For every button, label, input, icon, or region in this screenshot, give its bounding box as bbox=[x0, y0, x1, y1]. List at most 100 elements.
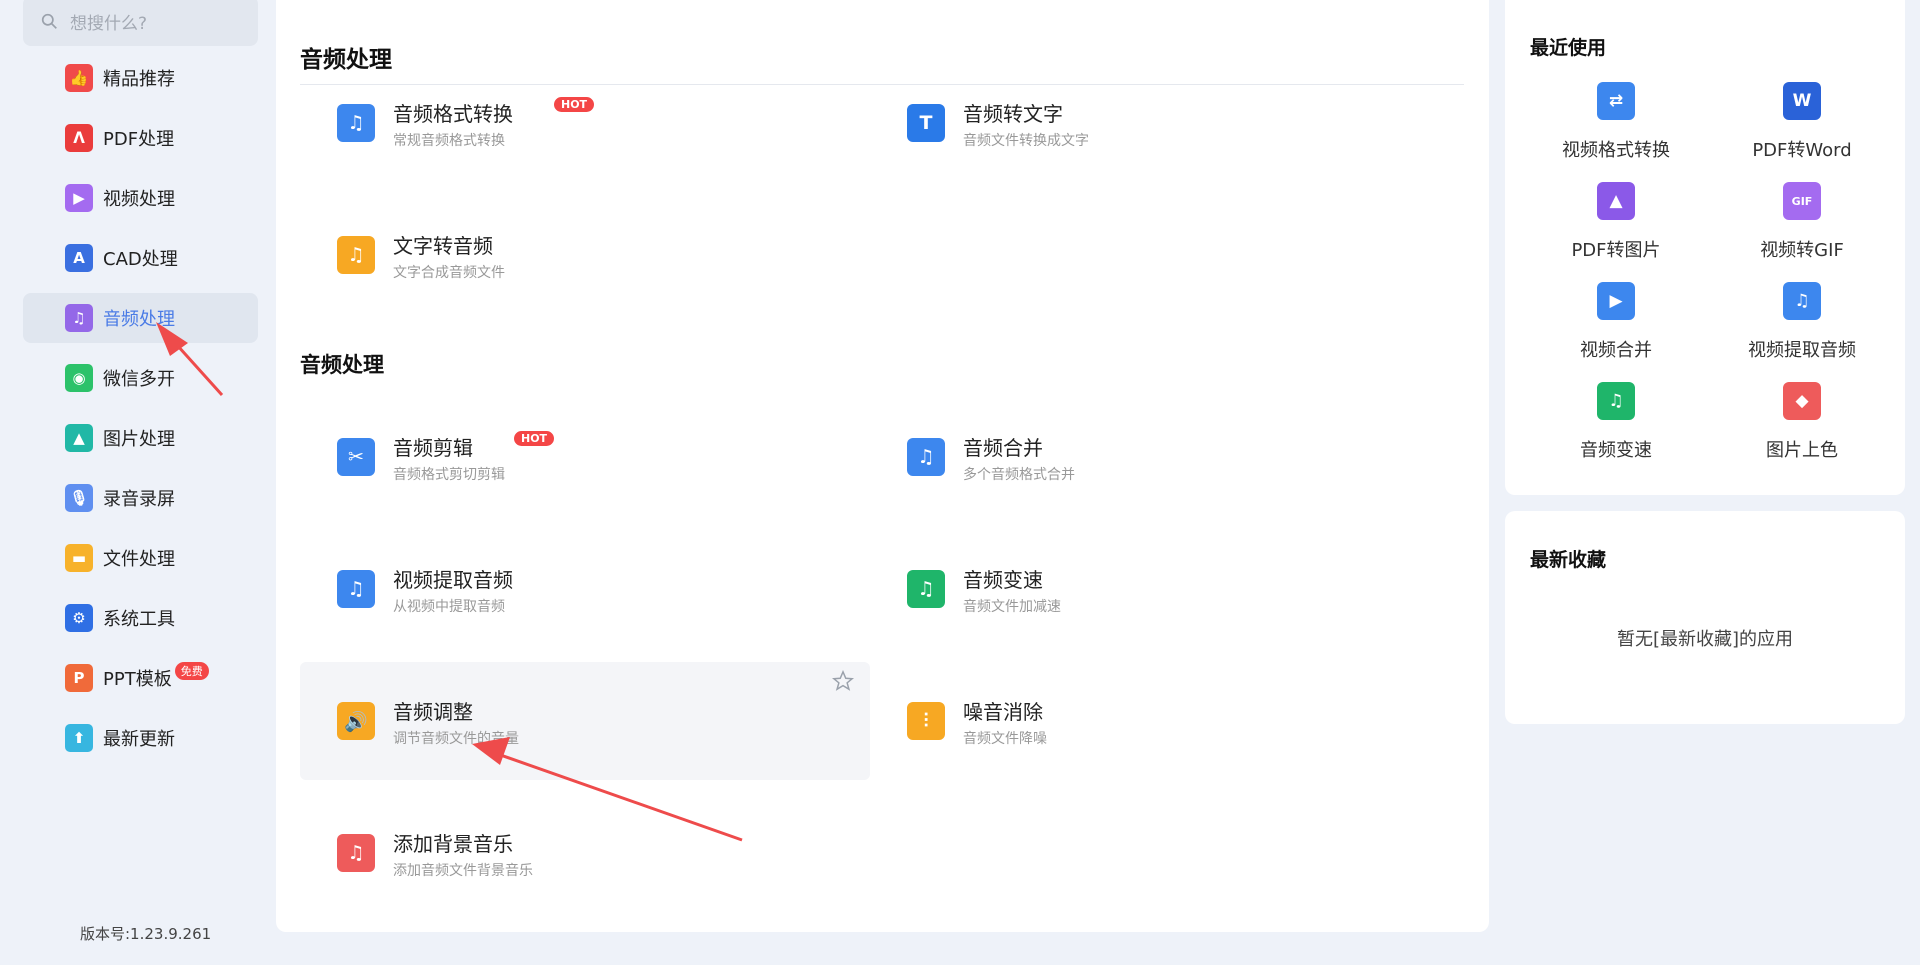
tool-name: 视频提取音频 bbox=[393, 568, 513, 592]
tool-name: 音频合并 bbox=[963, 436, 1043, 460]
recent-item[interactable]: GIF 视频转GIF bbox=[1709, 182, 1895, 272]
tool-name: 音频变速 bbox=[963, 568, 1043, 592]
search-box[interactable]: 想搜什么? bbox=[23, 0, 258, 46]
recent-item-label: 图片上色 bbox=[1766, 440, 1838, 461]
tool-card[interactable]: ♫ 音频合并多个音频格式合并 bbox=[870, 398, 1440, 516]
section-title-audio-2: 音频处理 bbox=[300, 353, 384, 377]
sidebar-item-11[interactable]: ⬆ 最新更新 bbox=[23, 713, 258, 763]
music-note-icon: ♫ bbox=[65, 304, 93, 332]
image-color-icon: ◆ bbox=[1783, 382, 1821, 420]
tool-name: 文字转音频 bbox=[393, 234, 493, 258]
tool-card[interactable]: ♫ 音频格式转换 常规音频格式转换 HOT bbox=[300, 64, 870, 182]
wechat-icon: ◉ bbox=[65, 364, 93, 392]
recent-item-label: PDF转Word bbox=[1752, 140, 1852, 161]
audio-speed-icon: ♫ bbox=[907, 570, 945, 608]
audio-convert-icon: ♫ bbox=[337, 104, 375, 142]
recent-panel: 最近使用 ⇄ 视频格式转换 W PDF转Word ▲ PDF转图片 GIF 视频转GIF ▶ 视频… bbox=[1505, 0, 1905, 495]
tool-name: 噪音消除 bbox=[963, 700, 1043, 724]
tool-card[interactable]: ✂ 音频剪辑 音频格式剪切剪辑 HOT bbox=[300, 398, 870, 516]
tool-name: 音频调整 bbox=[393, 700, 473, 724]
recent-title: 最近使用 bbox=[1530, 37, 1607, 59]
sidebar-item-5[interactable]: ◉ 微信多开 bbox=[23, 353, 258, 403]
sidebar-item-label: CAD处理 bbox=[103, 249, 178, 270]
image-icon: ▲ bbox=[65, 424, 93, 452]
recent-item[interactable]: ♫ 音频变速 bbox=[1523, 382, 1709, 472]
recent-item-label: 视频格式转换 bbox=[1562, 140, 1670, 161]
tool-description: 音频文件降噪 bbox=[963, 731, 1047, 747]
sidebar-item-7[interactable]: 🎙 录音录屏 bbox=[23, 473, 258, 523]
text-to-audio-icon: ♫ bbox=[337, 236, 375, 274]
recent-item[interactable]: ▶ 视频合并 bbox=[1523, 282, 1709, 372]
gear-icon: ⚙ bbox=[65, 604, 93, 632]
favorites-empty-text: 暂无[最新收藏]的应用 bbox=[1616, 629, 1794, 650]
extract-audio-icon: ♫ bbox=[1783, 282, 1821, 320]
tool-description: 文字合成音频文件 bbox=[393, 265, 505, 281]
sidebar-item-6[interactable]: ▲ 图片处理 bbox=[23, 413, 258, 463]
sidebar-item-8[interactable]: ▬ 文件处理 bbox=[23, 533, 258, 583]
sidebar-item-label: 视频处理 bbox=[103, 189, 175, 210]
tool-card[interactable]: ♫ 添加背景音乐 添加音频文件背景音乐 bbox=[300, 794, 870, 912]
favorites-panel: 最新收藏 暂无[最新收藏]的应用 bbox=[1505, 511, 1905, 724]
sidebar-nav: 👍 精品推荐 ᐱ PDF处理 ▶ 视频处理 A CAD处理 ♫ 音频处理 ◉ 微信多开 ▲ 图片处理 🎙 录音… bbox=[23, 53, 258, 773]
sidebar-item-label: 图片处理 bbox=[103, 429, 175, 450]
tool-description: 音频文件转换成文字 bbox=[963, 133, 1089, 149]
favorites-title: 最新收藏 bbox=[1530, 549, 1607, 571]
sidebar-item-label: 文件处理 bbox=[103, 549, 175, 570]
background-music-icon: ♫ bbox=[337, 834, 375, 872]
tool-card[interactable]: T 音频转文字 音频文件转换成文字 bbox=[870, 64, 1440, 182]
recent-item-label: 视频合并 bbox=[1580, 340, 1652, 361]
recent-item-label: 视频提取音频 bbox=[1748, 340, 1856, 361]
star-icon[interactable] bbox=[832, 670, 854, 692]
sidebar-item-label: 精品推荐 bbox=[103, 69, 175, 90]
thumbs-up-icon: 👍 bbox=[65, 64, 93, 92]
sidebar-item-4[interactable]: ♫ 音频处理 bbox=[23, 293, 258, 343]
sidebar: 想搜什么? 👍 精品推荐 ᐱ PDF处理 ▶ 视频处理 A CAD处理 ♫ 音频处理 ◉ 微信多开 ▲ 图… bbox=[0, 0, 270, 965]
sidebar-item-label: 录音录屏 bbox=[103, 489, 175, 510]
sidebar-item-9[interactable]: ⚙ 系统工具 bbox=[23, 593, 258, 643]
sidebar-item-0[interactable]: 👍 精品推荐 bbox=[23, 53, 258, 103]
recent-item[interactable]: ◆ 图片上色 bbox=[1709, 382, 1895, 472]
sidebar-item-10[interactable]: P PPT模板 免费 bbox=[23, 653, 258, 703]
recent-item-label: PDF转图片 bbox=[1571, 240, 1661, 261]
sidebar-item-label: 最新更新 bbox=[103, 729, 175, 750]
noise-reduce-icon: ⫶ bbox=[907, 702, 945, 740]
sidebar-item-3[interactable]: A CAD处理 bbox=[23, 233, 258, 283]
tool-description: 添加音频文件背景音乐 bbox=[393, 863, 533, 879]
video-merge-icon: ▶ bbox=[1597, 282, 1635, 320]
recent-item[interactable]: W PDF转Word bbox=[1709, 82, 1895, 172]
tool-name: 音频剪辑 bbox=[393, 436, 473, 460]
sidebar-item-label: PDF处理 bbox=[103, 129, 175, 150]
tool-card[interactable]: 🔊 音频调整 调节音频文件的音量 bbox=[300, 662, 870, 780]
video-convert-icon: ⇄ bbox=[1597, 82, 1635, 120]
tool-card[interactable]: ⫶ 噪音消除音频文件降噪 bbox=[870, 662, 1440, 780]
recent-item[interactable]: ♫ 视频提取音频 bbox=[1709, 282, 1895, 372]
audio-merge-icon: ♫ bbox=[907, 438, 945, 476]
tool-description: 多个音频格式合并 bbox=[963, 467, 1075, 483]
recent-item-label: 音频变速 bbox=[1580, 440, 1652, 461]
video-to-gif-icon: GIF bbox=[1783, 182, 1821, 220]
version-label: 版本号:1.23.9.261 bbox=[80, 925, 212, 943]
sidebar-item-label: PPT模板 bbox=[103, 669, 172, 690]
search-input[interactable]: 想搜什么? bbox=[70, 9, 147, 34]
sidebar-item-2[interactable]: ▶ 视频处理 bbox=[23, 173, 258, 223]
tool-description: 音频文件加减速 bbox=[963, 599, 1061, 615]
pdf-icon: ᐱ bbox=[65, 124, 93, 152]
tool-card[interactable]: ♫ 音频变速音频文件加减速 bbox=[870, 530, 1440, 648]
sidebar-item-1[interactable]: ᐱ PDF处理 bbox=[23, 113, 258, 163]
pdf-to-image-icon: ▲ bbox=[1597, 182, 1635, 220]
volume-icon: 🔊 bbox=[337, 702, 375, 740]
audio-speed-icon: ♫ bbox=[1597, 382, 1635, 420]
sidebar-item-label: 音频处理 bbox=[103, 309, 175, 330]
main-panel: 音频处理 音频处理 ♫ 音频格式转换 常规音频格式转换 HOT T 音频转文字 音频文件转换… bbox=[276, 0, 1489, 932]
sidebar-item-label: 微信多开 bbox=[103, 369, 175, 390]
tool-description: 音频格式剪切剪辑 bbox=[393, 467, 505, 483]
tool-card[interactable]: ♫ 文字转音频文字合成音频文件 bbox=[300, 196, 870, 314]
cad-icon: A bbox=[65, 244, 93, 272]
recent-item[interactable]: ▲ PDF转图片 bbox=[1523, 182, 1709, 272]
tool-card[interactable]: ♫ 视频提取音频 从视频中提取音频 bbox=[300, 530, 870, 648]
ppt-icon: P bbox=[65, 664, 93, 692]
hot-badge: HOT bbox=[554, 97, 595, 112]
audio-to-text-icon: T bbox=[907, 104, 945, 142]
recent-item[interactable]: ⇄ 视频格式转换 bbox=[1523, 82, 1709, 172]
microphone-icon: 🎙 bbox=[65, 484, 93, 512]
